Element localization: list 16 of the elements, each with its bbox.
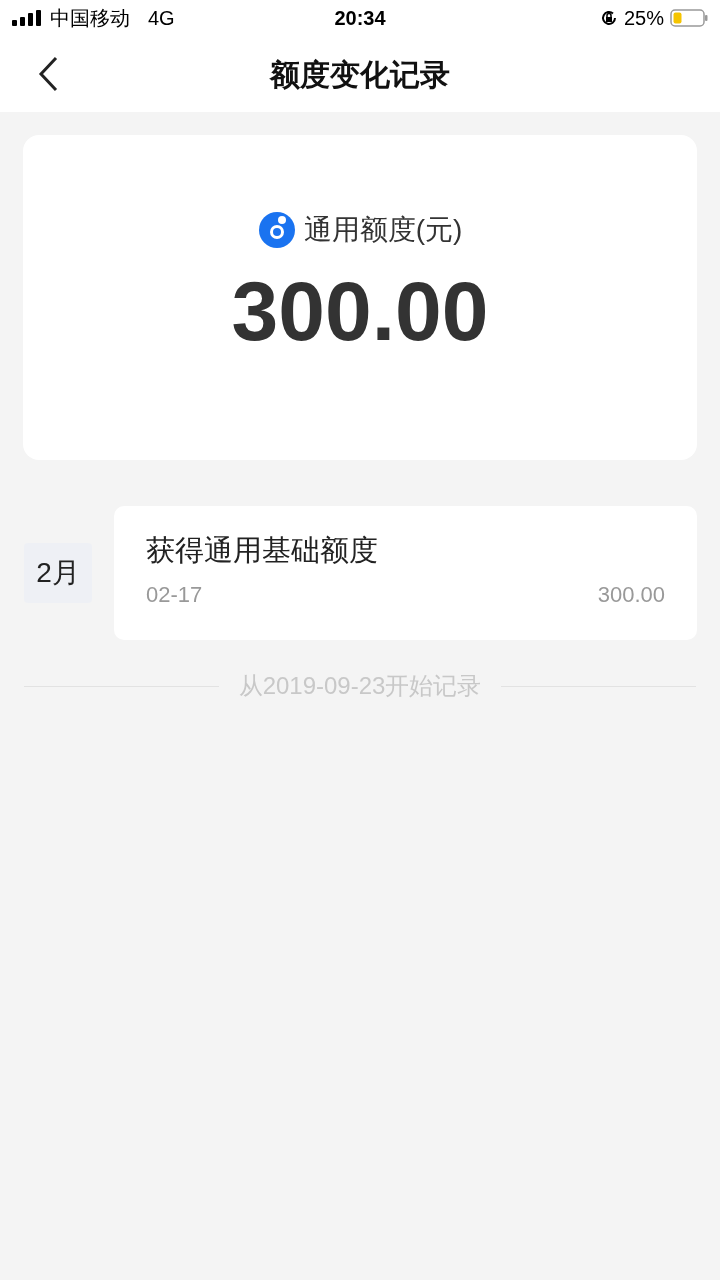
record-date: 02-17 [146,581,203,609]
battery-icon [670,9,708,27]
rotation-lock-icon [599,9,618,27]
signal-icon [12,10,42,26]
month-label: 2月 [24,543,92,603]
back-icon [37,56,59,92]
carrier-name: 中国移动 [50,6,130,31]
network-type: 4G [148,6,175,31]
page-title: 额度变化记录 [270,56,450,93]
battery-percent: 25% [623,6,664,31]
logo-icon [257,211,296,249]
summary-amount: 300.00 [231,269,489,353]
record-amount: 300.00 [597,581,665,609]
clock-time: 20:34 [334,6,386,31]
summary-label: 通用额度(元) [303,213,463,247]
record-title: 获得通用基础额度 [146,533,379,568]
